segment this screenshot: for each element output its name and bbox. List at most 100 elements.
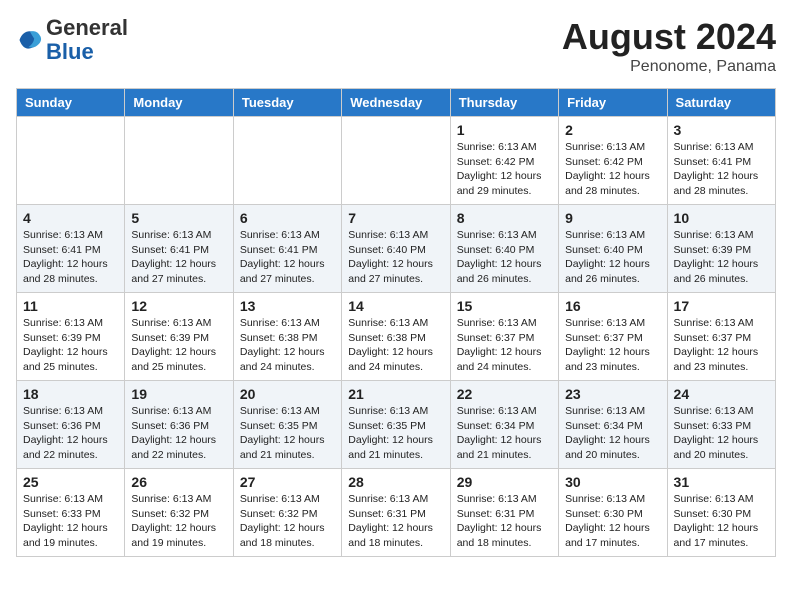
day-header-friday: Friday xyxy=(559,89,667,117)
day-info: Sunrise: 6:13 AM Sunset: 6:35 PM Dayligh… xyxy=(348,404,443,463)
calendar-cell: 28Sunrise: 6:13 AM Sunset: 6:31 PM Dayli… xyxy=(342,469,450,557)
day-number: 2 xyxy=(565,122,660,138)
calendar-cell: 22Sunrise: 6:13 AM Sunset: 6:34 PM Dayli… xyxy=(450,381,558,469)
calendar-cell: 19 Sunrise: 6:13 AM Sunset: 6:36 PM Dayli… xyxy=(125,381,233,469)
logo-icon xyxy=(16,26,44,54)
logo-text: General Blue xyxy=(46,16,128,64)
day-info: Sunrise: 6:13 AM Sunset: 6:33 PM Dayligh… xyxy=(23,492,118,551)
day-number: 29 xyxy=(457,474,552,490)
day-number: 21 xyxy=(348,386,443,402)
calendar-cell: 3 Sunrise: 6:13 AM Sunset: 6:41 PM Daylig… xyxy=(667,117,775,205)
week-row-1: 1Sunrise: 6:13 AM Sunset: 6:42 PM Daylig… xyxy=(17,117,776,205)
calendar-cell: 8 Sunrise: 6:13 AM Sunset: 6:40 PM Daylig… xyxy=(450,205,558,293)
day-number: 8 xyxy=(457,210,552,226)
page-header: General Blue August 2024 Penonome, Panam… xyxy=(16,16,776,76)
calendar-cell: 21 Sunrise: 6:13 AM Sunset: 6:35 PM Dayli… xyxy=(342,381,450,469)
day-number: 19 xyxy=(131,386,226,402)
calendar-cell: 31 Sunrise: 6:13 AM Sunset: 6:30 PM Dayli… xyxy=(667,469,775,557)
week-row-2: 4 Sunrise: 6:13 AM Sunset: 6:41 PM Daylig… xyxy=(17,205,776,293)
calendar-cell: 10 Sunrise: 6:13 AM Sunset: 6:39 PM Dayli… xyxy=(667,205,775,293)
day-number: 4 xyxy=(23,210,118,226)
day-number: 30 xyxy=(565,474,660,490)
day-info: Sunrise: 6:13 AM Sunset: 6:32 PM Dayligh… xyxy=(240,492,335,551)
day-header-monday: Monday xyxy=(125,89,233,117)
calendar-cell: 11 Sunrise: 6:13 AM Sunset: 6:39 PM Dayli… xyxy=(17,293,125,381)
calendar-cell: 23 Sunrise: 6:13 AM Sunset: 6:34 PM Dayli… xyxy=(559,381,667,469)
day-number: 15 xyxy=(457,298,552,314)
day-header-tuesday: Tuesday xyxy=(233,89,341,117)
header-row: SundayMondayTuesdayWednesdayThursdayFrid… xyxy=(17,89,776,117)
day-number: 11 xyxy=(23,298,118,314)
day-info: Sunrise: 6:13 AM Sunset: 6:38 PM Dayligh… xyxy=(348,316,443,375)
day-info: Sunrise: 6:13 AM Sunset: 6:39 PM Dayligh… xyxy=(23,316,118,375)
calendar-cell: 9 Sunrise: 6:13 AM Sunset: 6:40 PM Daylig… xyxy=(559,205,667,293)
day-number: 26 xyxy=(131,474,226,490)
day-info: Sunrise: 6:13 AM Sunset: 6:40 PM Dayligh… xyxy=(565,228,660,287)
day-header-thursday: Thursday xyxy=(450,89,558,117)
calendar-cell: 14Sunrise: 6:13 AM Sunset: 6:38 PM Dayli… xyxy=(342,293,450,381)
day-info: Sunrise: 6:13 AM Sunset: 6:34 PM Dayligh… xyxy=(457,404,552,463)
day-info: Sunrise: 6:13 AM Sunset: 6:31 PM Dayligh… xyxy=(457,492,552,551)
calendar-cell: 7Sunrise: 6:13 AM Sunset: 6:40 PM Daylig… xyxy=(342,205,450,293)
calendar-cell xyxy=(233,117,341,205)
calendar-table: SundayMondayTuesdayWednesdayThursdayFrid… xyxy=(16,88,776,557)
calendar-cell: 27 Sunrise: 6:13 AM Sunset: 6:32 PM Dayli… xyxy=(233,469,341,557)
day-info: Sunrise: 6:13 AM Sunset: 6:33 PM Dayligh… xyxy=(674,404,769,463)
location: Penonome, Panama xyxy=(562,58,776,76)
day-number: 9 xyxy=(565,210,660,226)
day-info: Sunrise: 6:13 AM Sunset: 6:40 PM Dayligh… xyxy=(457,228,552,287)
calendar-cell: 20Sunrise: 6:13 AM Sunset: 6:35 PM Dayli… xyxy=(233,381,341,469)
calendar-cell: 18Sunrise: 6:13 AM Sunset: 6:36 PM Dayli… xyxy=(17,381,125,469)
day-info: Sunrise: 6:13 AM Sunset: 6:30 PM Dayligh… xyxy=(565,492,660,551)
day-info: Sunrise: 6:13 AM Sunset: 6:36 PM Dayligh… xyxy=(131,404,226,463)
day-info: Sunrise: 6:13 AM Sunset: 6:39 PM Dayligh… xyxy=(131,316,226,375)
day-info: Sunrise: 6:13 AM Sunset: 6:41 PM Dayligh… xyxy=(23,228,118,287)
week-row-3: 11 Sunrise: 6:13 AM Sunset: 6:39 PM Dayli… xyxy=(17,293,776,381)
calendar-cell: 5Sunrise: 6:13 AM Sunset: 6:41 PM Daylig… xyxy=(125,205,233,293)
calendar-cell: 24 Sunrise: 6:13 AM Sunset: 6:33 PM Dayli… xyxy=(667,381,775,469)
day-number: 1 xyxy=(457,122,552,138)
calendar-cell: 12 Sunrise: 6:13 AM Sunset: 6:39 PM Dayli… xyxy=(125,293,233,381)
day-number: 18 xyxy=(23,386,118,402)
day-number: 17 xyxy=(674,298,769,314)
day-number: 3 xyxy=(674,122,769,138)
day-info: Sunrise: 6:13 AM Sunset: 6:41 PM Dayligh… xyxy=(674,140,769,199)
calendar-cell: 1Sunrise: 6:13 AM Sunset: 6:42 PM Daylig… xyxy=(450,117,558,205)
day-info: Sunrise: 6:13 AM Sunset: 6:35 PM Dayligh… xyxy=(240,404,335,463)
day-number: 10 xyxy=(674,210,769,226)
week-row-5: 25Sunrise: 6:13 AM Sunset: 6:33 PM Dayli… xyxy=(17,469,776,557)
calendar-cell xyxy=(342,117,450,205)
day-info: Sunrise: 6:13 AM Sunset: 6:32 PM Dayligh… xyxy=(131,492,226,551)
day-info: Sunrise: 6:13 AM Sunset: 6:41 PM Dayligh… xyxy=(240,228,335,287)
day-number: 27 xyxy=(240,474,335,490)
day-number: 5 xyxy=(131,210,226,226)
calendar-cell: 15Sunrise: 6:13 AM Sunset: 6:37 PM Dayli… xyxy=(450,293,558,381)
day-number: 7 xyxy=(348,210,443,226)
calendar-cell xyxy=(125,117,233,205)
day-info: Sunrise: 6:13 AM Sunset: 6:38 PM Dayligh… xyxy=(240,316,335,375)
calendar-cell: 17 Sunrise: 6:13 AM Sunset: 6:37 PM Dayli… xyxy=(667,293,775,381)
calendar-cell: 4 Sunrise: 6:13 AM Sunset: 6:41 PM Daylig… xyxy=(17,205,125,293)
day-info: Sunrise: 6:13 AM Sunset: 6:31 PM Dayligh… xyxy=(348,492,443,551)
calendar-cell: 29 Sunrise: 6:13 AM Sunset: 6:31 PM Dayli… xyxy=(450,469,558,557)
day-info: Sunrise: 6:13 AM Sunset: 6:37 PM Dayligh… xyxy=(674,316,769,375)
day-info: Sunrise: 6:13 AM Sunset: 6:39 PM Dayligh… xyxy=(674,228,769,287)
day-header-wednesday: Wednesday xyxy=(342,89,450,117)
calendar-cell: 16Sunrise: 6:13 AM Sunset: 6:37 PM Dayli… xyxy=(559,293,667,381)
month-year: August 2024 xyxy=(562,16,776,58)
day-info: Sunrise: 6:13 AM Sunset: 6:30 PM Dayligh… xyxy=(674,492,769,551)
day-info: Sunrise: 6:13 AM Sunset: 6:37 PM Dayligh… xyxy=(565,316,660,375)
day-number: 31 xyxy=(674,474,769,490)
day-number: 23 xyxy=(565,386,660,402)
day-number: 24 xyxy=(674,386,769,402)
day-number: 6 xyxy=(240,210,335,226)
day-header-saturday: Saturday xyxy=(667,89,775,117)
calendar-cell xyxy=(17,117,125,205)
calendar-cell: 6 Sunrise: 6:13 AM Sunset: 6:41 PM Daylig… xyxy=(233,205,341,293)
title-block: August 2024 Penonome, Panama xyxy=(562,16,776,76)
day-number: 13 xyxy=(240,298,335,314)
day-number: 12 xyxy=(131,298,226,314)
calendar-cell: 25Sunrise: 6:13 AM Sunset: 6:33 PM Dayli… xyxy=(17,469,125,557)
calendar-cell: 26 Sunrise: 6:13 AM Sunset: 6:32 PM Dayli… xyxy=(125,469,233,557)
day-info: Sunrise: 6:13 AM Sunset: 6:34 PM Dayligh… xyxy=(565,404,660,463)
